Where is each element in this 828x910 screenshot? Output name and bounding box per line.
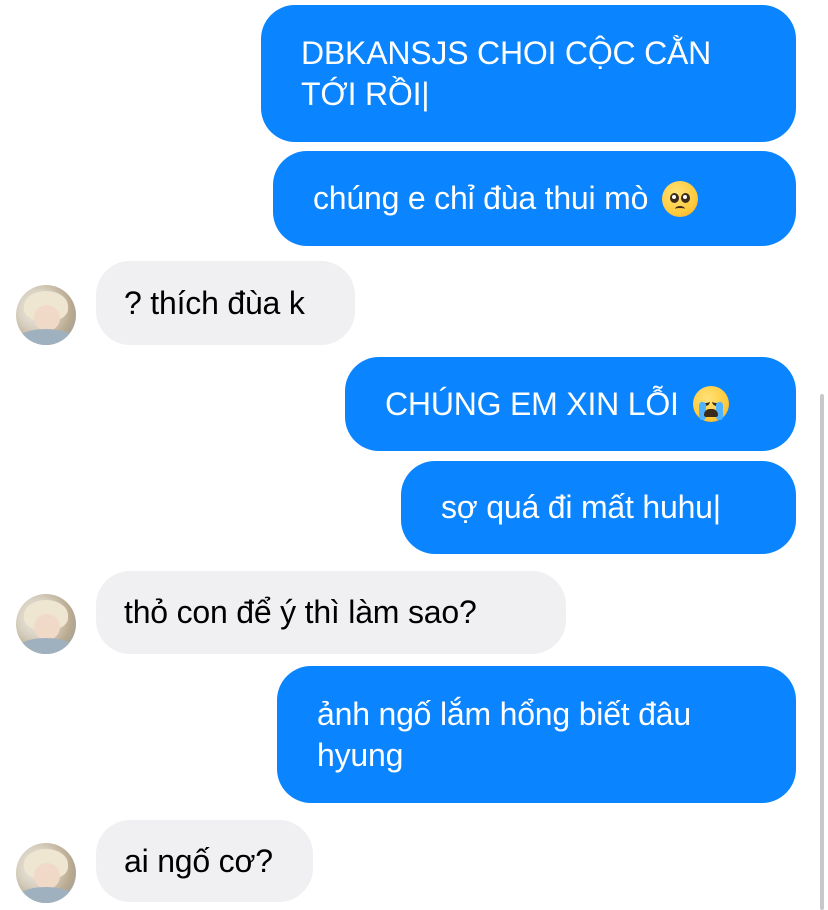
sent-message[interactable]: ảnh ngố lắm hổng biết đâu hyung <box>277 666 796 803</box>
message-text: CHÚNG EM XIN LỖI <box>385 385 679 422</box>
message-text: thỏ con để ý thì làm sao? <box>124 594 477 630</box>
sent-message[interactable]: CHÚNG EM XIN LỖI <box>345 357 796 451</box>
loudly-crying-face-emoji-icon <box>692 386 729 422</box>
message-text: ? thích đùa k <box>124 284 305 321</box>
chat-thread: DBKANSJS CHOI CỘC CẰN TỚI RỒI| chúng e c… <box>0 0 828 910</box>
message-text: ai ngố cơ? <box>124 842 273 879</box>
contact-avatar[interactable] <box>16 285 76 345</box>
received-message[interactable]: thỏ con để ý thì làm sao? <box>96 571 566 654</box>
message-text: sợ quá đi mất huhu| <box>441 489 721 525</box>
sent-message[interactable]: sợ quá đi mất huhu| <box>401 461 796 554</box>
received-message[interactable]: ? thích đùa k <box>96 261 355 345</box>
message-text: chúng e chỉ đùa thui mò <box>313 180 649 216</box>
message-text: ảnh ngố lắm hổng biết đâu hyung <box>317 695 691 773</box>
sent-message[interactable]: DBKANSJS CHOI CỘC CẰN TỚI RỒI| <box>261 5 796 142</box>
contact-avatar[interactable] <box>16 843 76 903</box>
message-text: DBKANSJS CHOI CỘC CẰN TỚI RỒI| <box>301 34 712 112</box>
received-message[interactable]: ai ngố cơ? <box>96 820 313 902</box>
scrollbar[interactable] <box>820 394 824 910</box>
contact-avatar[interactable] <box>16 594 76 654</box>
sent-message[interactable]: chúng e chỉ đùa thui mò <box>273 151 796 246</box>
pleading-face-emoji-icon <box>662 180 699 217</box>
